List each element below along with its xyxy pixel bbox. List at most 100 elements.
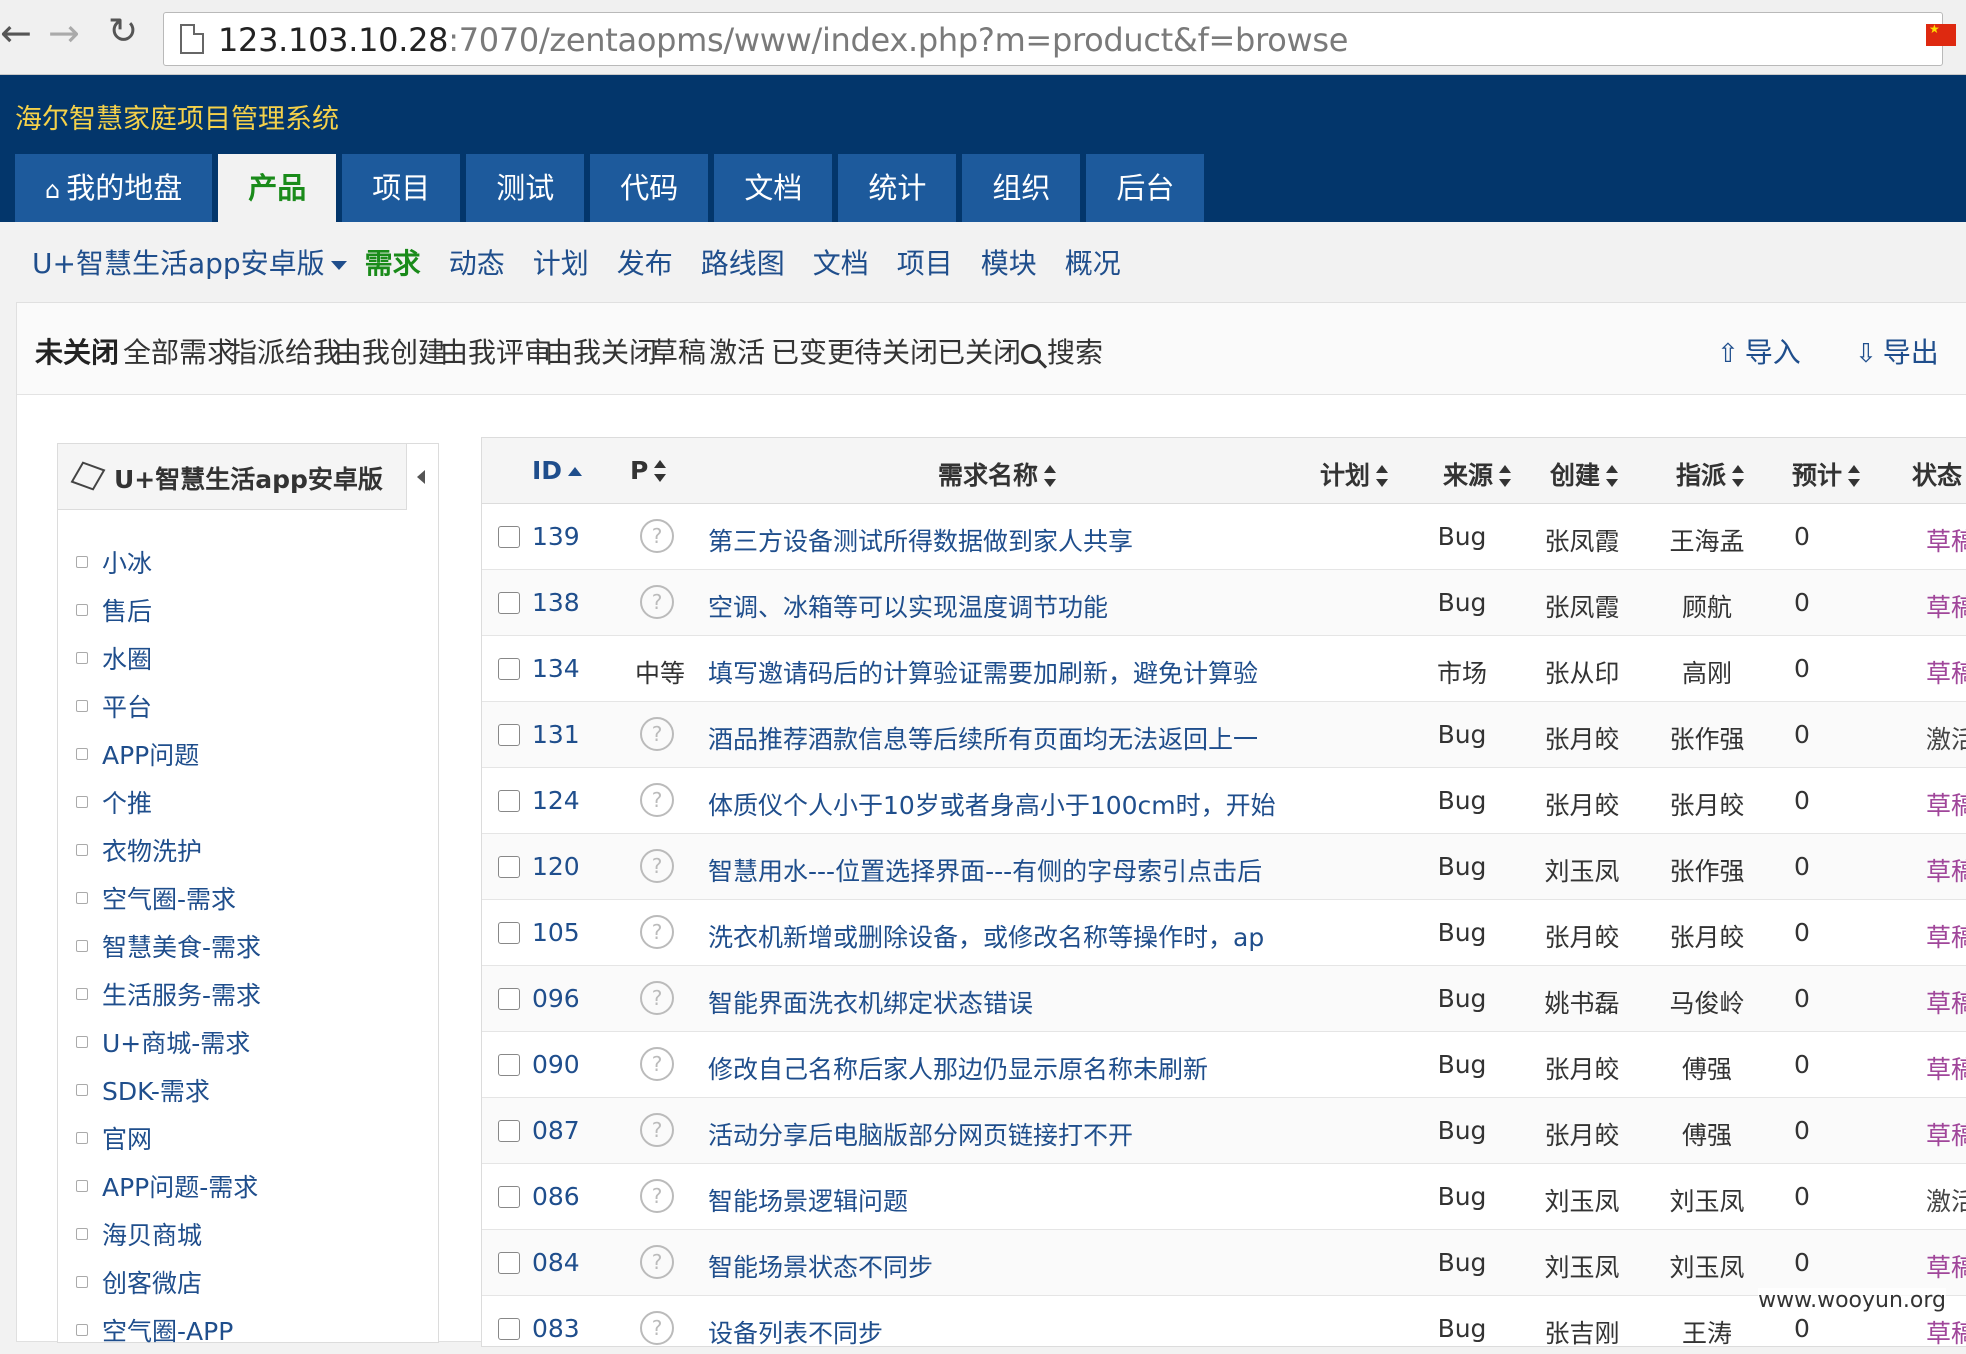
row-checkbox[interactable] (498, 1054, 520, 1076)
story-id-link[interactable]: 139 (532, 522, 580, 551)
row-checkbox[interactable] (498, 526, 520, 548)
tree-item[interactable]: 创客微店 (76, 1258, 261, 1306)
row-checkbox[interactable] (498, 790, 520, 812)
story-title-link[interactable]: 智慧用水---位置选择界面---有侧的字母索引点击后 (708, 852, 1282, 888)
header-status[interactable]: 状态 (1912, 456, 1962, 492)
row-checkbox[interactable] (498, 988, 520, 1010)
main-tab-7[interactable]: 组织 (962, 154, 1081, 222)
tree-item[interactable]: 海贝商城 (76, 1210, 261, 1258)
subnav-item-2[interactable]: 计划 (533, 242, 589, 282)
forward-arrow-icon[interactable]: → (48, 14, 80, 52)
story-title-link[interactable]: 智能场景状态不同步 (708, 1248, 1282, 1284)
filter-tab-3[interactable]: 由我创建 (334, 331, 446, 371)
tree-item[interactable]: 生活服务-需求 (76, 970, 261, 1018)
main-tab-6[interactable]: 统计 (838, 154, 957, 222)
main-tab-1[interactable]: 产品 (218, 154, 337, 222)
story-id-link[interactable]: 120 (532, 852, 580, 881)
filter-tab-6[interactable]: 草稿 (650, 331, 706, 371)
row-checkbox[interactable] (498, 1186, 520, 1208)
tree-item[interactable]: 空气圈-需求 (76, 874, 261, 922)
subnav-item-1[interactable]: 动态 (449, 242, 505, 282)
story-id-link[interactable]: 096 (532, 984, 580, 1013)
story-title-link[interactable]: 酒品推荐酒款信息等后续所有页面均无法返回上一 (708, 720, 1282, 756)
filter-tab-5[interactable]: 由我关闭 (545, 331, 657, 371)
header-id[interactable]: ID (532, 456, 583, 485)
header-estimate[interactable]: 预计 (1792, 456, 1861, 492)
story-title-link[interactable]: 填写邀请码后的计算验证需要加刷新，避免计算验 (708, 654, 1282, 690)
story-id-link[interactable]: 124 (532, 786, 580, 815)
story-title-link[interactable]: 智能界面洗衣机绑定状态错误 (708, 984, 1282, 1020)
story-title-link[interactable]: 修改自己名称后家人那边仍显示原名称未刷新 (708, 1050, 1282, 1086)
header-creator[interactable]: 创建 (1550, 456, 1619, 492)
subnav-item-3[interactable]: 发布 (617, 242, 673, 282)
header-title[interactable]: 需求名称 (938, 456, 1057, 492)
filter-tab-8[interactable]: 已变更 (771, 331, 855, 371)
row-checkbox[interactable] (498, 724, 520, 746)
story-title-link[interactable]: 体质仪个人小于10岁或者身高小于100cm时，开始 (708, 786, 1282, 822)
filter-tab-2[interactable]: 指派给我 (229, 331, 341, 371)
tree-item[interactable]: SDK-需求 (76, 1066, 261, 1114)
tree-item[interactable]: 个推 (76, 778, 261, 826)
story-title-link[interactable]: 洗衣机新增或删除设备，或修改名称等操作时，ap (708, 918, 1282, 954)
row-checkbox[interactable] (498, 856, 520, 878)
story-id-link[interactable]: 138 (532, 588, 580, 617)
product-switcher[interactable]: U+智慧生活app安卓版 (32, 242, 347, 282)
tree-item[interactable]: 小冰 (76, 538, 261, 586)
row-checkbox[interactable] (498, 1120, 520, 1142)
subnav-item-7[interactable]: 模块 (981, 242, 1037, 282)
story-id-link[interactable]: 090 (532, 1050, 580, 1079)
address-bar[interactable]: 123.103.10.28:7070/zentaopms/www/index.p… (163, 12, 1943, 66)
main-tab-4[interactable]: 代码 (590, 154, 709, 222)
filter-tab-1[interactable]: 全部需求 (123, 331, 235, 371)
row-checkbox[interactable] (498, 1252, 520, 1274)
story-title-link[interactable]: 智能场景逻辑问题 (708, 1182, 1282, 1218)
header-source[interactable]: 来源 (1443, 456, 1512, 492)
tree-item[interactable]: 平台 (76, 682, 261, 730)
tree-item[interactable]: U+商城-需求 (76, 1018, 261, 1066)
back-arrow-icon[interactable]: ← (0, 14, 32, 52)
header-pri[interactable]: P (630, 456, 667, 485)
tree-item[interactable]: 水圈 (76, 634, 261, 682)
filter-tab-0[interactable]: 未关闭 (35, 331, 119, 371)
filter-tab-7[interactable]: 激活 (709, 331, 765, 371)
main-tab-8[interactable]: 后台 (1086, 154, 1205, 222)
story-id-link[interactable]: 134 (532, 654, 580, 683)
search-button[interactable]: 搜索 (1021, 331, 1103, 371)
story-id-link[interactable]: 105 (532, 918, 580, 947)
tree-item[interactable]: 衣物洗护 (76, 826, 261, 874)
header-assign[interactable]: 指派 (1676, 456, 1745, 492)
story-title-link[interactable]: 活动分享后电脑版部分网页链接打不开 (708, 1116, 1282, 1152)
filter-tab-4[interactable]: 由我评审 (440, 331, 552, 371)
story-id-link[interactable]: 083 (532, 1314, 580, 1343)
filter-tab-9[interactable]: 待关闭 (854, 331, 938, 371)
filter-tab-10[interactable]: 已关闭 (937, 331, 1021, 371)
main-tab-0[interactable]: ⌂ 我的地盘 (15, 154, 213, 222)
main-tab-3[interactable]: 测试 (466, 154, 585, 222)
story-title-link[interactable]: 设备列表不同步 (708, 1314, 1282, 1346)
tree-item[interactable]: APP问题 (76, 730, 261, 778)
story-title-link[interactable]: 第三方设备测试所得数据做到家人共享 (708, 522, 1282, 558)
subnav-item-0[interactable]: 需求 (365, 242, 421, 282)
story-id-link[interactable]: 131 (532, 720, 580, 749)
story-id-link[interactable]: 086 (532, 1182, 580, 1211)
main-tab-5[interactable]: 文档 (714, 154, 833, 222)
row-checkbox[interactable] (498, 592, 520, 614)
story-id-link[interactable]: 084 (532, 1248, 580, 1277)
collapse-tree-button[interactable] (406, 444, 438, 510)
export-button[interactable]: ⇩ 导出 (1855, 331, 1939, 371)
tree-item[interactable]: APP问题-需求 (76, 1162, 261, 1210)
tree-item[interactable]: 空气圈-APP (76, 1306, 261, 1354)
subnav-item-5[interactable]: 文档 (813, 242, 869, 282)
row-checkbox[interactable] (498, 1318, 520, 1340)
reload-icon[interactable]: ↻ (108, 14, 138, 50)
subnav-item-6[interactable]: 项目 (897, 242, 953, 282)
tree-item[interactable]: 售后 (76, 586, 261, 634)
subnav-item-8[interactable]: 概况 (1065, 242, 1121, 282)
row-checkbox[interactable] (498, 922, 520, 944)
row-checkbox[interactable] (498, 658, 520, 680)
import-button[interactable]: ⇧ 导入 (1717, 331, 1801, 371)
subnav-item-4[interactable]: 路线图 (701, 242, 785, 282)
tree-item[interactable]: 官网 (76, 1114, 261, 1162)
main-tab-2[interactable]: 项目 (342, 154, 461, 222)
story-title-link[interactable]: 空调、冰箱等可以实现温度调节功能 (708, 588, 1282, 624)
